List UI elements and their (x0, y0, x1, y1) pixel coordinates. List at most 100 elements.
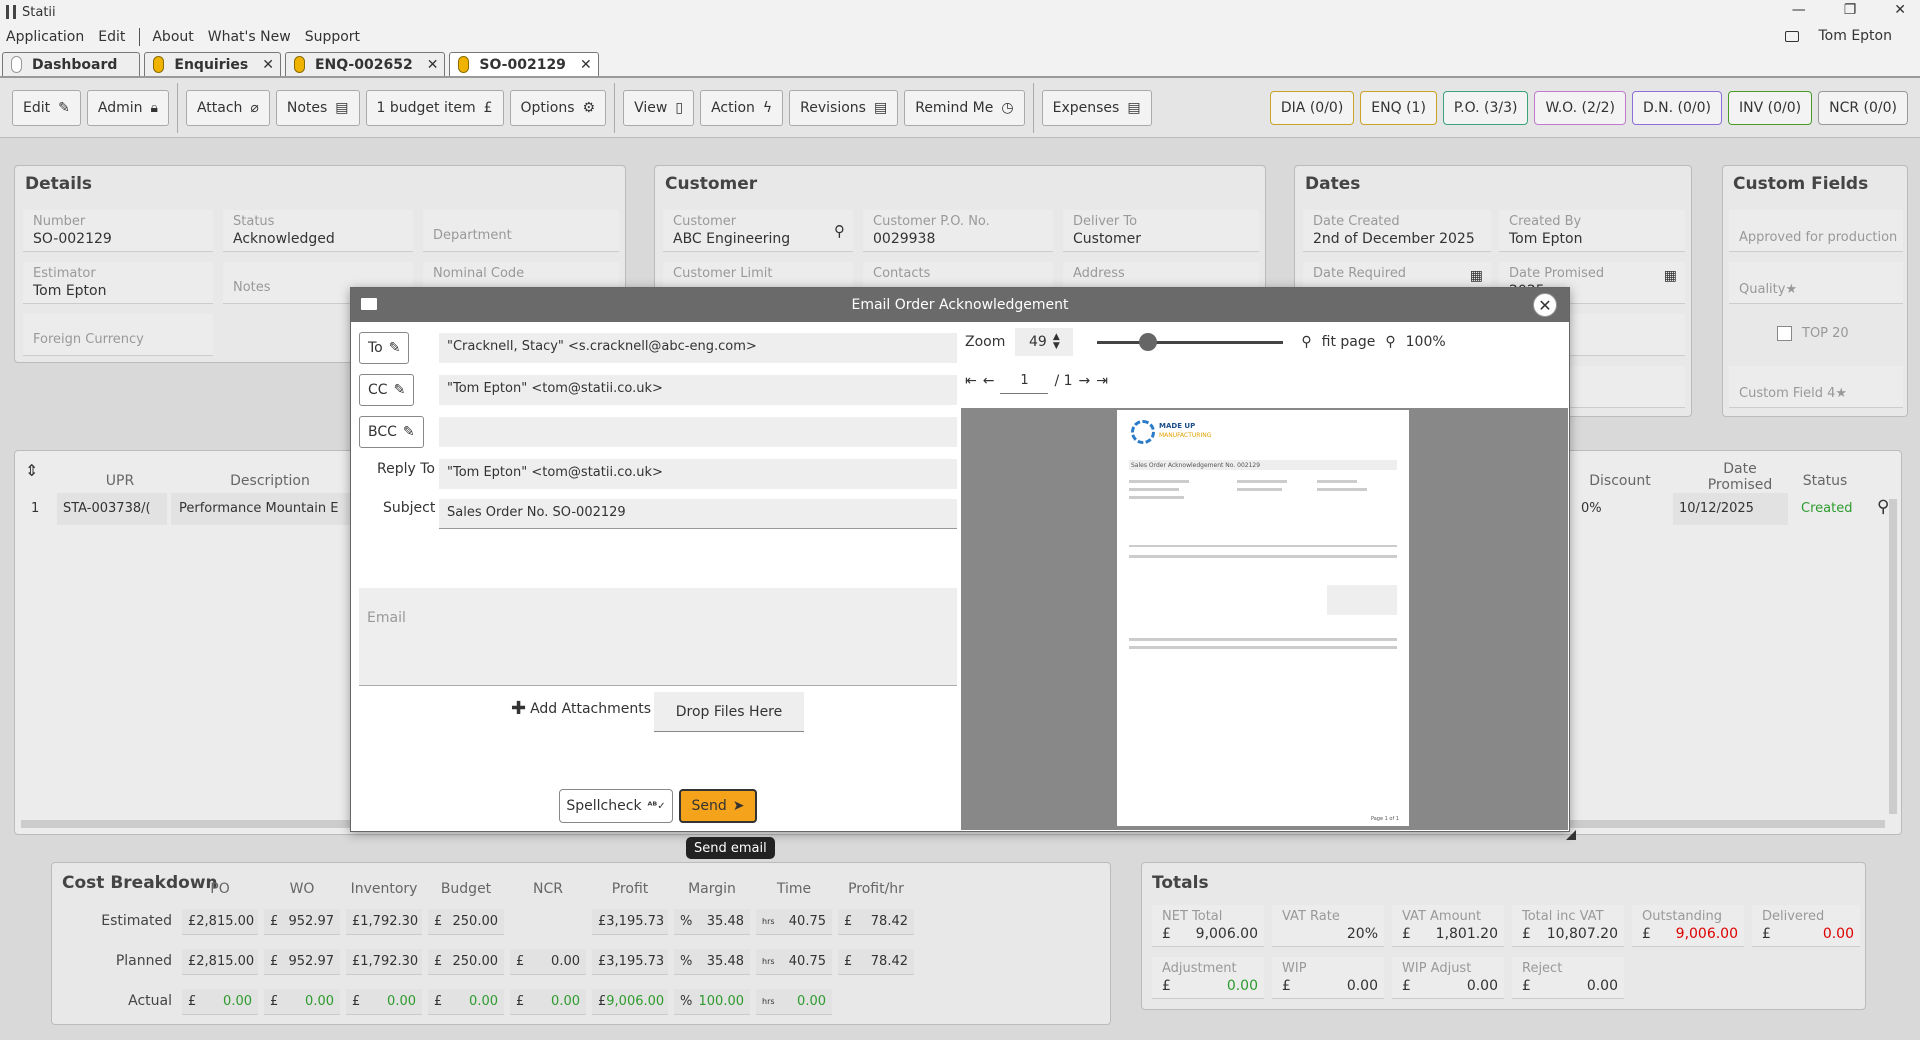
bcc-input[interactable] (439, 417, 957, 447)
current-user[interactable]: Tom Epton (1784, 28, 1907, 44)
bcc-button[interactable]: BCC ✎ (359, 416, 424, 448)
page-input[interactable]: 1 (1000, 368, 1049, 394)
edit-button[interactable]: Edit ✎ (12, 89, 81, 126)
pdf-preview[interactable]: MADE UP MANUFACTURING Sales Order Acknow… (961, 408, 1568, 830)
zoom-fit-icon[interactable]: ⚲ (1301, 334, 1311, 350)
quality-field[interactable]: Quality★ (1729, 262, 1903, 304)
spellcheck-button[interactable]: Spellcheck ᴬᴮ✓ (559, 789, 673, 823)
fit-page-button[interactable]: fit page (1322, 334, 1376, 350)
drop-files-zone[interactable]: Drop Files Here (654, 692, 804, 732)
to-input[interactable]: "Cracknell, Stacy" <s.cracknell@abc-eng.… (439, 333, 957, 363)
unit-symbol: £ (352, 914, 361, 929)
admin-button[interactable]: Admin 🔒︎ (86, 89, 169, 126)
resize-rows-icon[interactable]: ⇕ (25, 461, 38, 480)
slider-handle[interactable] (1139, 332, 1158, 351)
zoom-100-icon[interactable]: ⚲ (1385, 334, 1395, 350)
search-icon[interactable]: ⚲ (834, 222, 845, 240)
budget-items-button[interactable]: 1 budget item £ (365, 89, 504, 126)
menu-whats-new[interactable]: What's New (208, 29, 291, 45)
top20-checkbox[interactable]: TOP 20 (1777, 326, 1849, 341)
reply-to-input[interactable]: "Tom Epton" <tom@statii.co.uk> (439, 459, 957, 489)
badge-wo[interactable]: W.O. (2/2) (1534, 90, 1626, 125)
customer-po-field[interactable]: Customer P.O. No. 0029938 (863, 210, 1053, 252)
badge-dn[interactable]: D.N. (0/0) (1631, 90, 1723, 125)
dialog-resize-handle-icon[interactable] (1566, 830, 1576, 840)
checkbox-label: TOP 20 (1802, 326, 1849, 341)
row-upr[interactable]: STA-003738/( (57, 493, 167, 525)
action-button[interactable]: Action ϟ (700, 89, 784, 126)
tab-dashboard[interactable]: Dashboard (2, 52, 141, 76)
search-icon[interactable]: ⚲ (1877, 497, 1889, 517)
expenses-button[interactable]: Expenses ▤ (1041, 89, 1152, 126)
revisions-button[interactable]: Revisions ▤ (789, 89, 899, 126)
attach-button[interactable]: Attach ⌀ (185, 89, 270, 126)
view-button[interactable]: View ▯ (623, 89, 695, 126)
col-header-upr[interactable]: UPR (85, 473, 155, 489)
notes-button[interactable]: Notes ▤ (275, 89, 360, 126)
foreign-currency-field[interactable]: Foreign Currency (23, 314, 213, 356)
cost-cell: hrs 40.75 (756, 909, 832, 935)
add-attachments-button[interactable]: ✚ Add Attachments (511, 698, 651, 719)
vertical-scrollbar[interactable] (1889, 499, 1897, 814)
department-field[interactable]: Department (423, 210, 619, 252)
col-header-discount[interactable]: Discount (1575, 473, 1665, 489)
minimize-icon[interactable]: — (1792, 2, 1806, 18)
calendar-icon[interactable]: ▦ (1470, 268, 1483, 284)
stepper-arrows-icon[interactable]: ▲ ▼ (1053, 333, 1060, 351)
last-page-icon[interactable]: ⇥ (1096, 373, 1108, 389)
calendar-icon[interactable]: ▦ (1664, 268, 1677, 284)
cc-button[interactable]: CC ✎ (359, 374, 415, 406)
tab-so-002129[interactable]: SO-002129 ✕ (449, 52, 599, 76)
first-page-icon[interactable]: ⇤ (965, 373, 977, 389)
col-header-date-promised[interactable]: Date Promised (1695, 461, 1785, 493)
zoom-slider[interactable] (1097, 332, 1284, 351)
options-button[interactable]: Options ⚙ (509, 89, 607, 126)
prev-page-icon[interactable]: ← (983, 373, 995, 389)
restore-icon[interactable]: ❐ (1844, 2, 1857, 18)
row-description[interactable]: Performance Mountain E (171, 493, 361, 525)
vat-rate-field[interactable]: VAT Rate 20% (1272, 905, 1384, 947)
cost-cell: £0.00 (510, 949, 586, 975)
customer-field[interactable]: Customer ABC Engineering ⚲ (663, 210, 853, 252)
col-header-status[interactable]: Status (1785, 473, 1865, 489)
badge-dia[interactable]: DIA (0/0) (1269, 90, 1355, 125)
zoom-stepper[interactable]: 49 ▲ ▼ (1015, 328, 1074, 356)
badge-po[interactable]: P.O. (3/3) (1442, 90, 1529, 125)
zoom-100-button[interactable]: 100% (1406, 334, 1446, 350)
col-header-description[interactable]: Description (205, 473, 335, 489)
tab-enq-002652[interactable]: ENQ-002652 ✕ (284, 52, 446, 76)
row-date-promised[interactable]: 10/12/2025 (1673, 493, 1788, 525)
badge-enq[interactable]: ENQ (1) (1360, 90, 1437, 125)
approved-field[interactable]: Approved for production (1729, 210, 1903, 252)
close-icon[interactable]: ✕ (1533, 293, 1557, 317)
menu-support[interactable]: Support (305, 29, 360, 45)
badge-inv[interactable]: INV (0/0) (1728, 90, 1813, 125)
close-tab-icon[interactable]: ✕ (262, 57, 274, 73)
menu-about[interactable]: About (152, 29, 193, 45)
close-tab-icon[interactable]: ✕ (580, 57, 592, 73)
tab-enquiries[interactable]: Enquiries ✕ (144, 52, 281, 76)
close-tab-icon[interactable]: ✕ (427, 57, 439, 73)
notebook-icon: ▤ (335, 99, 349, 116)
unit-symbol: £ (352, 994, 361, 1009)
cc-input[interactable]: "Tom Epton" <tom@statii.co.uk> (439, 375, 957, 405)
subject-input[interactable]: Sales Order No. SO-002129 (439, 499, 957, 529)
next-page-icon[interactable]: → (1079, 373, 1091, 389)
row-discount[interactable]: 0% (1581, 501, 1602, 516)
cost-value: 40.75 (788, 954, 826, 969)
custom-field-4[interactable]: Custom Field 4★ (1729, 366, 1903, 408)
adjustment-field[interactable]: Adjustment £0.00 (1152, 957, 1264, 999)
cost-cell: % 35.48 (674, 909, 750, 935)
to-button[interactable]: To ✎ (359, 332, 410, 364)
menu-edit[interactable]: Edit (98, 29, 125, 45)
email-body-input[interactable]: Email (359, 588, 957, 686)
send-button[interactable]: Send ➤ (679, 789, 757, 823)
field-value: 20% (1346, 926, 1378, 942)
remind-me-button[interactable]: Remind Me ◷ (904, 89, 1025, 126)
wip-adjust-field[interactable]: WIP Adjust £0.00 (1392, 957, 1504, 999)
badge-ncr[interactable]: NCR (0/0) (1818, 90, 1908, 125)
menu-application[interactable]: Application (6, 29, 84, 45)
estimator-field[interactable]: Estimator Tom Epton (23, 262, 213, 304)
deliver-to-field[interactable]: Deliver To Customer (1063, 210, 1259, 252)
close-window-icon[interactable]: ✕ (1894, 2, 1906, 18)
